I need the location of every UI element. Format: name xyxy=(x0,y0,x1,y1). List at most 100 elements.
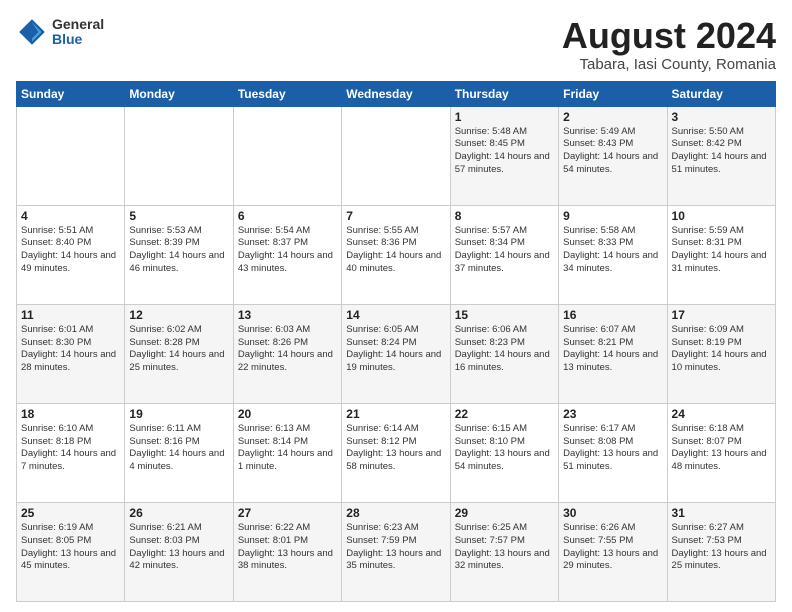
table-row: 19 Sunrise: 6:11 AM Sunset: 8:16 PM Dayli… xyxy=(125,403,233,502)
day-number: 28 xyxy=(346,506,445,520)
table-row: 2 Sunrise: 5:49 AM Sunset: 8:43 PM Daylig… xyxy=(559,106,667,205)
table-row: 13 Sunrise: 6:03 AM Sunset: 8:26 PM Dayli… xyxy=(233,304,341,403)
table-row: 8Sunrise: 5:57 AM Sunset: 8:34 PM Daylig… xyxy=(450,205,558,304)
day-number: 26 xyxy=(129,506,228,520)
table-row xyxy=(17,106,125,205)
calendar-week-row: 11 Sunrise: 6:01 AM Sunset: 8:30 PM Dayli… xyxy=(17,304,776,403)
day-number: 6 xyxy=(238,209,337,223)
day-number: 29 xyxy=(455,506,554,520)
logo: General Blue xyxy=(16,16,104,48)
day-info: Sunrise: 6:17 AM Sunset: 8:08 PM Dayligh… xyxy=(563,423,662,474)
table-row: 21Sunrise: 6:14 AM Sunset: 8:12 PM Dayli… xyxy=(342,403,450,502)
header: General Blue August 2024 Tabara, Iasi Co… xyxy=(16,16,776,73)
calendar-title: August 2024 xyxy=(562,16,776,56)
table-row: 22 Sunrise: 6:15 AM Sunset: 8:10 PM Dayli… xyxy=(450,403,558,502)
day-number: 3 xyxy=(672,110,771,124)
table-row: 28 Sunrise: 6:23 AM Sunset: 7:59 PM Dayli… xyxy=(342,502,450,601)
day-number: 23 xyxy=(563,407,662,421)
day-info: Sunrise: 5:55 AM Sunset: 8:36 PM Dayligh… xyxy=(346,225,445,276)
table-row: 15 Sunrise: 6:06 AM Sunset: 8:23 PM Dayli… xyxy=(450,304,558,403)
day-number: 5 xyxy=(129,209,228,223)
day-info: Sunrise: 5:51 AM Sunset: 8:40 PM Dayligh… xyxy=(21,225,120,276)
table-row: 1 Sunrise: 5:48 AM Sunset: 8:45 PM Daylig… xyxy=(450,106,558,205)
logo-text: General Blue xyxy=(52,17,104,48)
day-info: Sunrise: 6:01 AM Sunset: 8:30 PM Dayligh… xyxy=(21,324,120,375)
day-number: 30 xyxy=(563,506,662,520)
day-number: 19 xyxy=(129,407,228,421)
day-number: 18 xyxy=(21,407,120,421)
logo-general-text: General xyxy=(52,17,104,32)
calendar-table: Sunday Monday Tuesday Wednesday Thursday… xyxy=(16,81,776,602)
table-row: 7 Sunrise: 5:55 AM Sunset: 8:36 PM Daylig… xyxy=(342,205,450,304)
day-number: 16 xyxy=(563,308,662,322)
day-info: Sunrise: 6:23 AM Sunset: 7:59 PM Dayligh… xyxy=(346,522,445,573)
day-number: 31 xyxy=(672,506,771,520)
day-info: Sunrise: 5:54 AM Sunset: 8:37 PM Dayligh… xyxy=(238,225,337,276)
day-info: Sunrise: 5:53 AM Sunset: 8:39 PM Dayligh… xyxy=(129,225,228,276)
day-info: Sunrise: 6:06 AM Sunset: 8:23 PM Dayligh… xyxy=(455,324,554,375)
table-row: 23 Sunrise: 6:17 AM Sunset: 8:08 PM Dayli… xyxy=(559,403,667,502)
day-info: Sunrise: 6:27 AM Sunset: 7:53 PM Dayligh… xyxy=(672,522,771,573)
day-info: Sunrise: 6:03 AM Sunset: 8:26 PM Dayligh… xyxy=(238,324,337,375)
day-info: Sunrise: 6:15 AM Sunset: 8:10 PM Dayligh… xyxy=(455,423,554,474)
table-row: 9Sunrise: 5:58 AM Sunset: 8:33 PM Daylig… xyxy=(559,205,667,304)
day-info: Sunrise: 6:19 AM Sunset: 8:05 PM Dayligh… xyxy=(21,522,120,573)
day-info: Sunrise: 6:22 AM Sunset: 8:01 PM Dayligh… xyxy=(238,522,337,573)
day-info: Sunrise: 5:50 AM Sunset: 8:42 PM Dayligh… xyxy=(672,126,771,177)
day-info: Sunrise: 6:11 AM Sunset: 8:16 PM Dayligh… xyxy=(129,423,228,474)
col-tuesday: Tuesday xyxy=(233,81,341,106)
col-friday: Friday xyxy=(559,81,667,106)
calendar-header-row: Sunday Monday Tuesday Wednesday Thursday… xyxy=(17,81,776,106)
day-info: Sunrise: 6:07 AM Sunset: 8:21 PM Dayligh… xyxy=(563,324,662,375)
day-info: Sunrise: 6:18 AM Sunset: 8:07 PM Dayligh… xyxy=(672,423,771,474)
table-row: 11 Sunrise: 6:01 AM Sunset: 8:30 PM Dayli… xyxy=(17,304,125,403)
table-row: 18 Sunrise: 6:10 AM Sunset: 8:18 PM Dayli… xyxy=(17,403,125,502)
page: General Blue August 2024 Tabara, Iasi Co… xyxy=(0,0,792,612)
calendar-week-row: 1 Sunrise: 5:48 AM Sunset: 8:45 PM Daylig… xyxy=(17,106,776,205)
day-number: 24 xyxy=(672,407,771,421)
day-number: 27 xyxy=(238,506,337,520)
col-monday: Monday xyxy=(125,81,233,106)
day-info: Sunrise: 6:13 AM Sunset: 8:14 PM Dayligh… xyxy=(238,423,337,474)
table-row: 20Sunrise: 6:13 AM Sunset: 8:14 PM Dayli… xyxy=(233,403,341,502)
table-row xyxy=(125,106,233,205)
day-info: Sunrise: 5:48 AM Sunset: 8:45 PM Dayligh… xyxy=(455,126,554,177)
day-info: Sunrise: 5:49 AM Sunset: 8:43 PM Dayligh… xyxy=(563,126,662,177)
day-number: 7 xyxy=(346,209,445,223)
table-row: 3 Sunrise: 5:50 AM Sunset: 8:42 PM Daylig… xyxy=(667,106,775,205)
day-info: Sunrise: 6:26 AM Sunset: 7:55 PM Dayligh… xyxy=(563,522,662,573)
day-info: Sunrise: 6:10 AM Sunset: 8:18 PM Dayligh… xyxy=(21,423,120,474)
table-row: 6 Sunrise: 5:54 AM Sunset: 8:37 PM Daylig… xyxy=(233,205,341,304)
day-number: 1 xyxy=(455,110,554,124)
day-number: 11 xyxy=(21,308,120,322)
col-thursday: Thursday xyxy=(450,81,558,106)
calendar-subtitle: Tabara, Iasi County, Romania xyxy=(562,56,776,73)
day-number: 17 xyxy=(672,308,771,322)
table-row: 14Sunrise: 6:05 AM Sunset: 8:24 PM Dayli… xyxy=(342,304,450,403)
calendar-week-row: 4 Sunrise: 5:51 AM Sunset: 8:40 PM Daylig… xyxy=(17,205,776,304)
day-number: 10 xyxy=(672,209,771,223)
table-row: 26Sunrise: 6:21 AM Sunset: 8:03 PM Dayli… xyxy=(125,502,233,601)
day-number: 14 xyxy=(346,308,445,322)
col-saturday: Saturday xyxy=(667,81,775,106)
day-number: 2 xyxy=(563,110,662,124)
day-info: Sunrise: 6:02 AM Sunset: 8:28 PM Dayligh… xyxy=(129,324,228,375)
table-row: 27 Sunrise: 6:22 AM Sunset: 8:01 PM Dayli… xyxy=(233,502,341,601)
day-number: 25 xyxy=(21,506,120,520)
day-info: Sunrise: 5:57 AM Sunset: 8:34 PM Dayligh… xyxy=(455,225,554,276)
day-number: 4 xyxy=(21,209,120,223)
col-sunday: Sunday xyxy=(17,81,125,106)
table-row: 31 Sunrise: 6:27 AM Sunset: 7:53 PM Dayli… xyxy=(667,502,775,601)
logo-icon xyxy=(16,16,48,48)
table-row: 5 Sunrise: 5:53 AM Sunset: 8:39 PM Daylig… xyxy=(125,205,233,304)
table-row: 24 Sunrise: 6:18 AM Sunset: 8:07 PM Dayli… xyxy=(667,403,775,502)
table-row: 29Sunrise: 6:25 AM Sunset: 7:57 PM Dayli… xyxy=(450,502,558,601)
col-wednesday: Wednesday xyxy=(342,81,450,106)
table-row xyxy=(233,106,341,205)
day-number: 13 xyxy=(238,308,337,322)
day-number: 15 xyxy=(455,308,554,322)
day-info: Sunrise: 6:14 AM Sunset: 8:12 PM Dayligh… xyxy=(346,423,445,474)
day-number: 12 xyxy=(129,308,228,322)
day-number: 22 xyxy=(455,407,554,421)
table-row: 4 Sunrise: 5:51 AM Sunset: 8:40 PM Daylig… xyxy=(17,205,125,304)
